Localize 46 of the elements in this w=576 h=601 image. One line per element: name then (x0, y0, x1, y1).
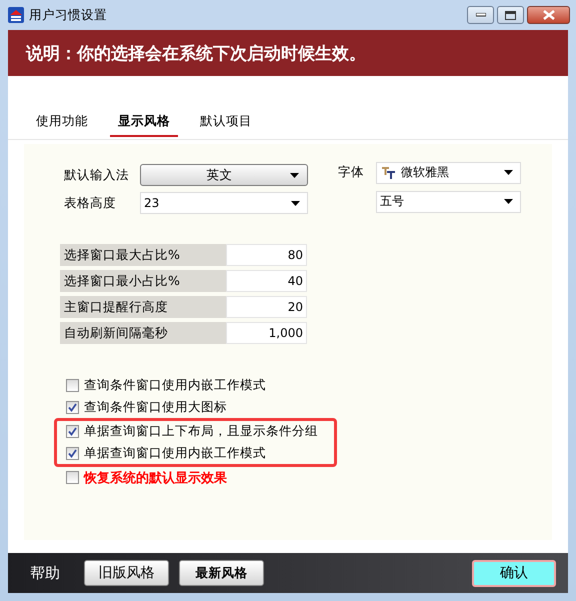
style-button[interactable]: 旧版风格 (84, 560, 169, 586)
close-icon (542, 10, 554, 20)
number-field[interactable]: 20 (226, 296, 307, 318)
checkbox[interactable] (66, 446, 79, 460)
window-title: 用户习惯设置 (29, 6, 108, 24)
input-method-dropdown[interactable]: 英文 (140, 164, 308, 186)
option-label: 单据查询窗口上下布局，且显示条件分组 (84, 423, 318, 440)
tab[interactable]: 显示风格 (110, 111, 178, 137)
option-label: 查询条件窗口使用大图标 (84, 398, 227, 416)
minimize-button[interactable] (467, 6, 494, 24)
dropdown-arrow-icon (290, 172, 299, 178)
number-field[interactable]: 80 (226, 244, 307, 266)
dropdown-arrow-icon (504, 199, 513, 204)
row-height-dropdown[interactable]: 23 (140, 192, 308, 214)
tab[interactable]: 使用功能 (28, 111, 96, 133)
notice-banner: 说明：你的选择会在系统下次启动时候生效。 (8, 30, 568, 76)
close-button[interactable] (527, 6, 570, 24)
font-dropdown[interactable]: 微软雅黑 (376, 162, 521, 184)
tab[interactable]: 默认项目 (192, 111, 260, 133)
checkbox[interactable] (66, 379, 79, 392)
field-label: 默认输入法 (63, 166, 130, 184)
reset-option-label: 恢复系统的默认显示效果 (84, 470, 227, 487)
checkbox[interactable] (66, 471, 79, 484)
field-label: 字体 (337, 164, 365, 181)
option-label: 单据查询窗口使用内嵌工作模式 (84, 444, 266, 462)
app-logo-icon (8, 7, 24, 23)
number-field[interactable]: 40 (226, 270, 307, 292)
field-label: 选择窗口最大占比% (60, 244, 226, 266)
font-icon (382, 166, 395, 178)
field-label: 选择窗口最小占比% (60, 270, 226, 292)
field-label: 主窗口提醒行高度 (60, 296, 226, 318)
dropdown-arrow-icon (504, 170, 513, 175)
confirm-button[interactable]: 确认 (472, 560, 556, 586)
checkbox[interactable] (66, 425, 79, 438)
field-label: 表格高度 (63, 194, 117, 212)
maximize-button[interactable] (497, 6, 524, 24)
number-field[interactable]: 1,000 (226, 322, 307, 344)
style-button[interactable]: 最新风格 (179, 560, 264, 586)
font-size-dropdown[interactable]: 五号 (376, 190, 521, 212)
option-label: 查询条件窗口使用内嵌工作模式 (84, 377, 266, 394)
checkbox[interactable] (66, 400, 79, 414)
help-link[interactable]: 帮助 (30, 564, 60, 582)
maximize-icon (505, 10, 516, 20)
field-label: 自动刷新间隔毫秒 (60, 322, 226, 344)
minimize-icon (476, 13, 486, 17)
dropdown-arrow-icon (291, 200, 300, 206)
